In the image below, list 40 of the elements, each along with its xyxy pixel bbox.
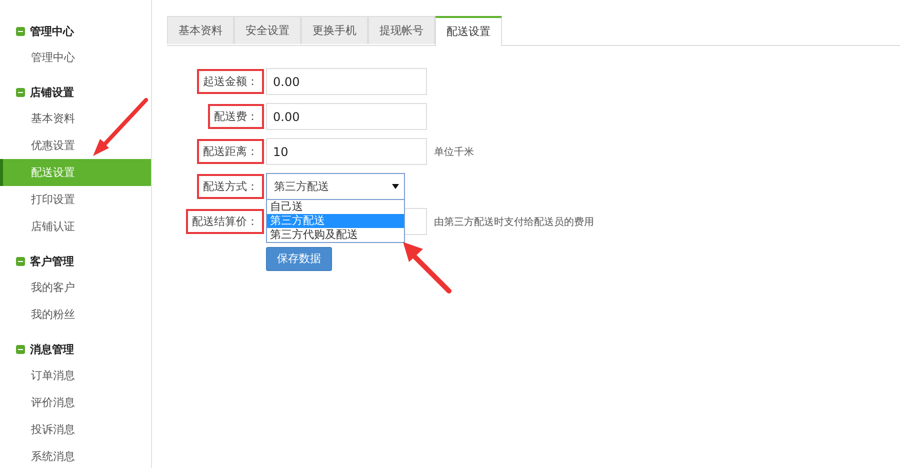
tab[interactable]: 安全设置 [234,16,301,44]
hint-text: 由第三方配送时支付给配送员的费用 [434,216,594,228]
hint-text: 单位千米 [434,146,474,158]
arrow-drawing [93,98,148,156]
sidebar-item[interactable]: 系统消息 [0,443,151,468]
sidebar-item[interactable]: 我的粉丝 [0,301,151,328]
collapse-icon[interactable] [16,256,25,266]
sidebar-group-title: 管理中心 [30,24,74,38]
input-field[interactable]: 0.00 [266,68,427,95]
input-field[interactable]: 0.00 [266,103,427,130]
sidebar-item[interactable]: 优惠设置 [0,132,151,159]
sidebar-item[interactable]: 店铺认证 [0,213,151,240]
tab[interactable]: 提现帐号 [368,16,435,44]
tab[interactable]: 更换手机 [301,16,368,44]
field-label: 配送方式： [197,174,264,199]
field-label: 起送金额： [197,69,264,94]
sidebar-item[interactable]: 打印设置 [0,186,151,213]
sidebar-group-title: 客户管理 [30,254,74,268]
tab[interactable]: 基本资料 [167,16,234,44]
field-label: 配送距离： [197,139,264,164]
sidebar-item[interactable]: 管理中心 [0,44,151,71]
field-label: 配送费： [208,104,264,129]
sidebar-item[interactable]: 投诉消息 [0,416,151,443]
collapse-icon[interactable] [16,344,25,354]
sidebar-group-title: 店铺设置 [30,84,74,100]
sidebar-item[interactable]: 基本资料 [0,105,151,132]
save-button[interactable]: 保存数据 [266,246,332,270]
dropdown-option[interactable]: 第三方代购及配送 [267,228,404,242]
arrow-drawing [403,242,452,294]
collapse-icon[interactable] [16,88,25,96]
field-label: 配送结算价： [186,209,264,234]
sidebar-item[interactable]: 评价消息 [0,389,151,416]
tab[interactable]: 配送设置 [435,16,502,46]
sidebar-item[interactable]: 订单消息 [0,362,151,389]
dropdown-option[interactable]: 自己送 [267,200,404,214]
sidebar-item[interactable]: 我的客户 [0,274,151,301]
collapse-icon[interactable] [16,26,25,36]
sidebar-group-title: 消息管理 [30,342,74,356]
input-field[interactable]: 10 [266,138,427,165]
caret-icon [392,184,399,189]
